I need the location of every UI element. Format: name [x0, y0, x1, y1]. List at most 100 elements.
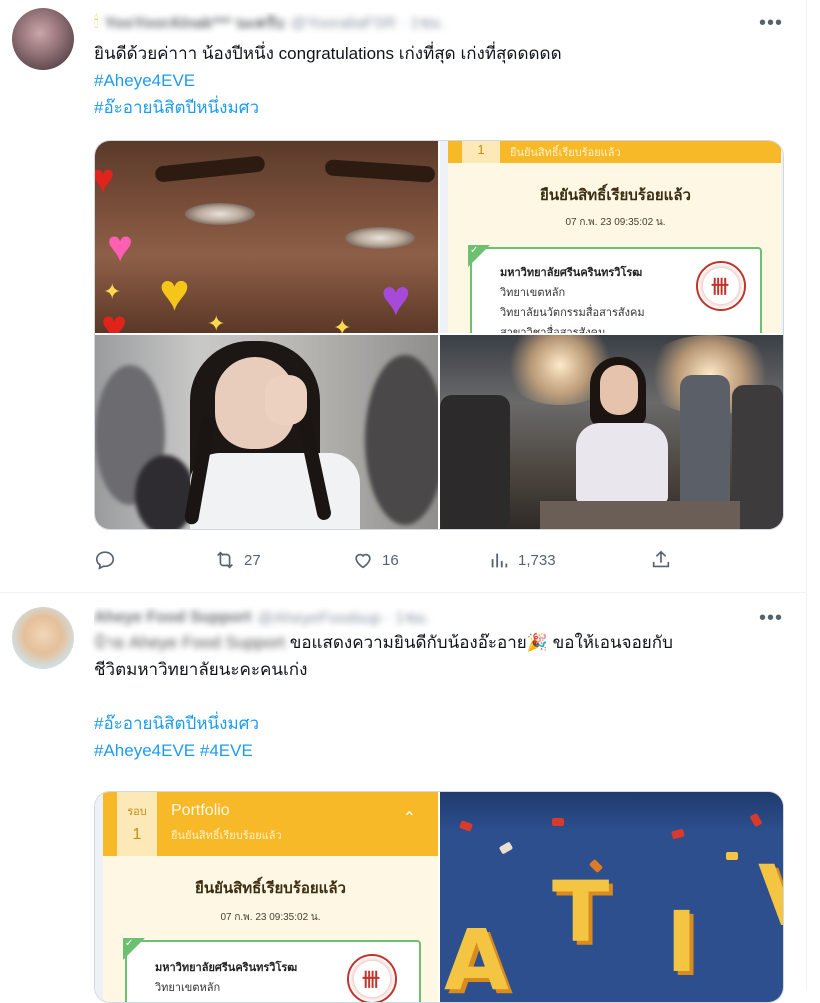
banner-letter: I [666, 893, 698, 991]
share-button[interactable] [650, 549, 672, 571]
like-button[interactable]: 16 [352, 549, 399, 571]
card-program: สาขาวิชาสื่อสารสังคม [500, 327, 606, 333]
purple-heart-icon: ♥ [381, 270, 411, 326]
chevron-up-icon: ⌃ [402, 810, 416, 827]
tweet-header: 🕯 YooYoorAlnak*** นะครับ @YooraliaFSR · … [94, 12, 766, 34]
retweet-count: 27 [244, 551, 261, 569]
card-band-title: Portfolio [171, 802, 230, 819]
face-brow [324, 159, 436, 183]
sparkle-icon: ✦ [103, 279, 122, 304]
heart-icon [355, 553, 371, 569]
tweet-text-segment: ขอแสดงความยินดีกับน้องอ๊ะอาย [284, 633, 527, 652]
tweet-text-line: ยินดีด้วยค่าาา น้องปีหนึ่ง congratulatio… [94, 44, 562, 63]
display-name[interactable]: Aheye Food Support [94, 609, 251, 627]
school-shirt [190, 453, 360, 529]
banner-letter: A [444, 911, 510, 1002]
reply-icon [95, 551, 115, 570]
card-band-subtitle: ยืนยันสิทธิ์เรียบร้อยแล้ว [171, 830, 282, 842]
face-eye [185, 203, 255, 225]
confetti [552, 818, 564, 826]
hashtag-link[interactable]: #4EVE [200, 741, 253, 760]
party-popper-icon: 🎉 [526, 633, 548, 652]
sparkle-icon: ✦ [333, 315, 352, 334]
face [600, 365, 638, 415]
confetti [726, 852, 738, 860]
crowd-figure [440, 395, 510, 529]
hashtag-link[interactable]: #อ๊ะอายนิสิตปีหนึ่งมศว [94, 710, 780, 737]
hashtag-row: #Aheye4EVE #4EVE [94, 737, 780, 764]
blurred-mention: ป้าย Aheye Food Support [94, 633, 285, 652]
handle-and-time[interactable]: @AheyeFoodsup · 1ชม. [257, 607, 430, 629]
banner-letter: T [552, 863, 610, 961]
red-heart-icon: ♥ [95, 159, 115, 199]
hashtag-link[interactable]: #อ๊ะอายนิสิตปีหนึ่งมศว [94, 94, 780, 121]
media-photo-crying-face[interactable]: ♥ ♥ ♥ ♥ ♥ ✦ ✦ ✦ [95, 141, 438, 333]
avatar[interactable] [12, 607, 74, 669]
pink-heart-icon: ♥ [107, 222, 134, 271]
views-chart-icon [491, 553, 508, 568]
tweet-text: ยินดีด้วยค่าาา น้องปีหนึ่ง congratulatio… [94, 40, 780, 121]
face-brow [154, 155, 266, 183]
card-band-title: ยืนยันสิทธิ์เรียบร้อยแล้ว [510, 147, 621, 159]
media-photo-letters-banner[interactable]: A T I V [440, 792, 783, 1002]
like-count: 16 [382, 551, 399, 569]
hashtag-link[interactable]: #Aheye4EVE [94, 67, 780, 94]
display-name[interactable]: YooYoorAlnak*** นะครับ [105, 12, 285, 34]
confetti [498, 841, 514, 855]
more-options-button[interactable]: ••• [756, 12, 786, 34]
candle-emoji-icon: 🕯 [94, 14, 99, 31]
tweet[interactable]: Aheye Food Support @AheyeFoodsup · 1ชม. … [0, 593, 806, 1003]
check-icon: ✓ [123, 938, 145, 960]
card-university: มหาวิทยาลัยศรีนครินทรวิโรฒ [155, 962, 298, 974]
banner-letter: V [758, 854, 783, 938]
sparkle-icon: ✦ [207, 311, 226, 334]
views-button[interactable]: 1,733 [488, 549, 556, 571]
round-box: รอบ 1 [117, 792, 157, 856]
round-number: 1 [462, 141, 500, 163]
feed-border [806, 0, 807, 991]
more-options-button[interactable]: ••• [756, 607, 786, 629]
card-campus: วิทยาเขตหลัก [500, 287, 566, 299]
tweet-header: Aheye Food Support @AheyeFoodsup · 1ชม. [94, 607, 766, 629]
media-photo-girl-peace-sign[interactable] [95, 335, 438, 529]
banner-top-shadow [440, 792, 783, 832]
tweet-text: ป้าย Aheye Food Support ขอแสดงความยินดีก… [94, 629, 780, 764]
media-grid: ♥ ♥ ♥ ♥ ♥ ✦ ✦ ✦ 1 ยืนยันสิทธิ์เรียบร้อยแ… [94, 140, 784, 530]
media-photo-portfolio-card[interactable]: รอบ 1 Portfolio ยืนยันสิทธิ์เรียบร้อยแล้… [95, 792, 438, 1002]
card-timestamp: 07 ก.พ. 23 09:35:02 น. [565, 217, 666, 228]
round-label: รอบ [127, 806, 147, 818]
check-icon: ✓ [468, 245, 490, 267]
tweet-text-line: ป้าย Aheye Food Support ขอแสดงความยินดีก… [94, 629, 780, 656]
tweet-actions: 27 16 1,733 [94, 544, 684, 576]
retweet-icon [217, 551, 233, 569]
card-heading: ยืนยันสิทธิ์เรียบร้อยแล้ว [540, 187, 691, 204]
handle-and-time[interactable]: @YooraliaFSR · 1ชม. [291, 12, 445, 34]
share-icon [652, 550, 670, 568]
tweet[interactable]: 🕯 YooYoorAlnak*** นะครับ @YooraliaFSR · … [0, 0, 806, 593]
university-seal-icon: 卌 [696, 261, 746, 311]
face-eye [345, 227, 415, 249]
media-photo-girl-in-crowd[interactable] [440, 335, 783, 529]
hashtag-link[interactable]: #Aheye4EVE [94, 741, 195, 760]
university-seal-icon: 卌 [347, 954, 397, 1002]
peace-hand [265, 375, 307, 425]
card-campus: วิทยาเขตหลัก [155, 982, 221, 994]
table [540, 501, 740, 529]
views-count: 1,733 [518, 551, 556, 569]
yellow-heart-icon: ♥ [159, 264, 190, 322]
round-number: 1 [132, 826, 142, 843]
retweet-button[interactable]: 27 [214, 549, 261, 571]
avatar[interactable] [12, 8, 74, 70]
reply-button[interactable] [94, 549, 124, 571]
media-grid: รอบ 1 Portfolio ยืนยันสิทธิ์เรียบร้อยแล้… [94, 791, 784, 1003]
tweet-text-line: ชีวิตมหาวิทยาลัยนะคะคนเก่ง [94, 660, 308, 679]
card-faculty: วิทยาลัยนวัตกรรมสื่อสารสังคม [500, 307, 645, 319]
tweet-text-segment: ขอให้เอนจอยกับ [547, 633, 673, 652]
red-heart-icon: ♥ [101, 302, 128, 334]
card-university: มหาวิทยาลัยศรีนครินทรวิโรฒ [500, 267, 643, 279]
media-photo-confirmation-card[interactable]: 1 ยืนยันสิทธิ์เรียบร้อยแล้ว ยืนยันสิทธิ์… [440, 141, 783, 333]
confetti [671, 828, 685, 840]
school-shirt [576, 423, 668, 503]
card-heading: ยืนยันสิทธิ์เรียบร้อยแล้ว [195, 880, 346, 897]
